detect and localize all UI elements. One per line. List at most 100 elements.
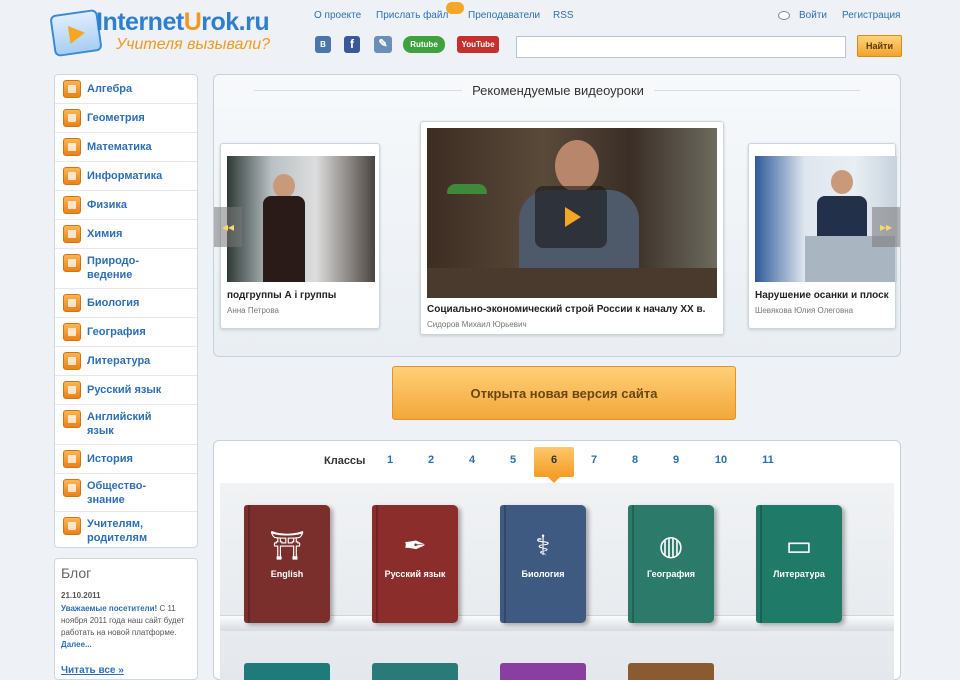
grade-2[interactable]: 2 (419, 454, 443, 466)
livejournal-icon[interactable]: ✎ (374, 36, 392, 53)
blog-box: Блог 21.10.2011 Уважаемые посетители! С … (54, 558, 198, 680)
sidebar-item-label: Химия (87, 228, 123, 240)
mathematics-icon (63, 138, 81, 156)
sidebar-item-label: Русский язык (87, 384, 162, 396)
grade-9[interactable]: 9 (664, 454, 688, 466)
sidebar-item-label: Литература (87, 355, 151, 367)
nature-studies-icon (63, 254, 81, 272)
blog-title: Блог (61, 565, 92, 581)
blog-more-link[interactable]: Далее... (61, 640, 92, 649)
sidebar-item-informatics[interactable]: Информатика (55, 162, 197, 191)
grade-1[interactable]: 1 (378, 454, 402, 466)
grade-6-active[interactable]: 6 (534, 447, 574, 483)
sidebar-item-label: Геометрия (87, 112, 145, 124)
grade-7[interactable]: 7 (582, 454, 606, 466)
sidebar-item-nature-studies[interactable]: Природо-ведение (55, 249, 197, 289)
physics-icon (63, 196, 81, 214)
sidebar-item-label: Английский язык (87, 411, 152, 437)
book-title: Русский язык (384, 569, 446, 579)
search-input[interactable] (516, 36, 846, 58)
blog-post-title[interactable]: Уважаемые посетители! (61, 604, 157, 613)
rutube-icon[interactable]: Rutube (403, 36, 445, 53)
book-russian[interactable]: ✒ Русский язык (372, 505, 458, 623)
grade-11[interactable]: 11 (756, 454, 780, 466)
sidebar-item-social-studies[interactable]: Общество-знание (55, 474, 197, 512)
carousel-prev-arrow-icon[interactable]: ◂◂ (214, 207, 242, 247)
play-icon[interactable] (535, 186, 607, 248)
video-caption[interactable]: Нарушение осанки и плоск (755, 290, 895, 301)
sidebar-item-label: Биология (87, 297, 140, 309)
sidebar-item-geometry[interactable]: Геометрия (55, 104, 197, 133)
recommended-title: Рекомендуемые видеоуроки (214, 83, 902, 98)
grades-label: Классы (324, 455, 366, 467)
register-link[interactable]: Регистрация (842, 10, 900, 21)
sidebar-item-label: Природо-ведение (87, 255, 140, 281)
sidebar-item-algebra[interactable]: Алгебра (55, 75, 197, 104)
blog-date: 21.10.2011 (61, 591, 101, 600)
sidebar-item-physics[interactable]: Физика (55, 191, 197, 220)
login-icon (778, 11, 790, 20)
dna-icon: ⚕ (535, 530, 551, 561)
sidebar-item-mathematics[interactable]: Математика (55, 133, 197, 162)
sidebar-item-literature[interactable]: Литература (55, 347, 197, 376)
book-next-row[interactable] (372, 663, 458, 680)
vkontakte-icon[interactable]: В (315, 36, 331, 53)
book-next-row[interactable] (500, 663, 586, 680)
rss-link[interactable]: RSS (553, 10, 574, 21)
video-thumbnail[interactable] (427, 128, 717, 298)
recommended-videos-panel: Рекомендуемые видеоуроки подгруппы А і г… (213, 74, 901, 357)
carousel-next-arrow-icon[interactable]: ▸▸ (872, 207, 900, 247)
book-title: Литература (773, 569, 825, 579)
russian-icon (63, 381, 81, 399)
about-link[interactable]: О проекте (314, 10, 361, 21)
sidebar-item-geography[interactable]: География (55, 318, 197, 347)
sidebar-item-biology[interactable]: Биология (55, 289, 197, 318)
youtube-icon[interactable]: YouTube (457, 36, 499, 53)
facebook-icon[interactable]: f (344, 36, 360, 53)
sidebar-item-history[interactable]: История (55, 445, 197, 474)
sidebar-item-label: Общество-знание (87, 480, 147, 506)
sidebar-item-chemistry[interactable]: Химия (55, 220, 197, 249)
sidebar-item-label: Физика (87, 199, 128, 211)
sidebar-item-teachers-parents[interactable]: Учителям, родителям (55, 512, 197, 548)
book-geography[interactable]: ◍ География (628, 505, 714, 623)
book-literature[interactable]: ▭ Литература (756, 505, 842, 623)
book-biology[interactable]: ⚕ Биология (500, 505, 586, 623)
teachers-parents-icon (63, 517, 81, 535)
blog-all-link[interactable]: Читать все » (61, 665, 124, 676)
grade-5[interactable]: 5 (501, 454, 525, 466)
book-next-row[interactable] (244, 663, 330, 680)
logo-icon[interactable] (49, 8, 103, 58)
video-card-center[interactable]: Социально-экономический строй России к н… (420, 121, 724, 335)
video-author: Анна Петрова (227, 306, 279, 315)
video-author: Сидоров Михаил Юрьевич (427, 320, 527, 329)
grade-8[interactable]: 8 (623, 454, 647, 466)
send-file-link[interactable]: Прислать файл (376, 10, 448, 21)
open-book-icon: ▭ (785, 530, 813, 561)
biology-icon (63, 294, 81, 312)
new-version-button[interactable]: Открыта новая версия сайта (392, 366, 736, 420)
book-english[interactable]: ⛩ English (244, 505, 330, 623)
video-thumbnail[interactable] (227, 156, 375, 282)
site-logo[interactable]: InternetUrok.ru (96, 8, 270, 37)
video-author: Шевякова Юлия Олеговна (755, 306, 854, 315)
sidebar-item-russian[interactable]: Русский язык (55, 376, 197, 405)
bookshelf: ⛩ English ✒ Русский язык ⚕ Биология ◍ Ге… (220, 483, 894, 680)
sidebar-item-label: Учителям, родителям (87, 518, 148, 544)
video-caption[interactable]: Социально-экономический строй России к н… (427, 304, 721, 315)
video-card-left[interactable]: подгруппы А і группы Анна Петрова (220, 143, 380, 329)
chemistry-icon (63, 225, 81, 243)
sidebar-item-english[interactable]: Английский язык (55, 405, 197, 445)
login-link[interactable]: Войти (799, 10, 827, 21)
subjects-sidebar: Алгебра Геометрия Математика Информатика… (54, 74, 198, 548)
sidebar-item-label: Алгебра (87, 83, 133, 95)
teachers-link[interactable]: Преподаватели (468, 10, 540, 21)
history-icon (63, 450, 81, 468)
english-icon (63, 410, 81, 428)
book-next-row[interactable] (628, 663, 714, 680)
grade-4[interactable]: 4 (460, 454, 484, 466)
sidebar-item-label: Информатика (87, 170, 163, 182)
grade-10[interactable]: 10 (709, 454, 733, 466)
search-button[interactable]: Найти (857, 35, 902, 57)
video-caption[interactable]: подгруппы А і группы (227, 290, 377, 301)
